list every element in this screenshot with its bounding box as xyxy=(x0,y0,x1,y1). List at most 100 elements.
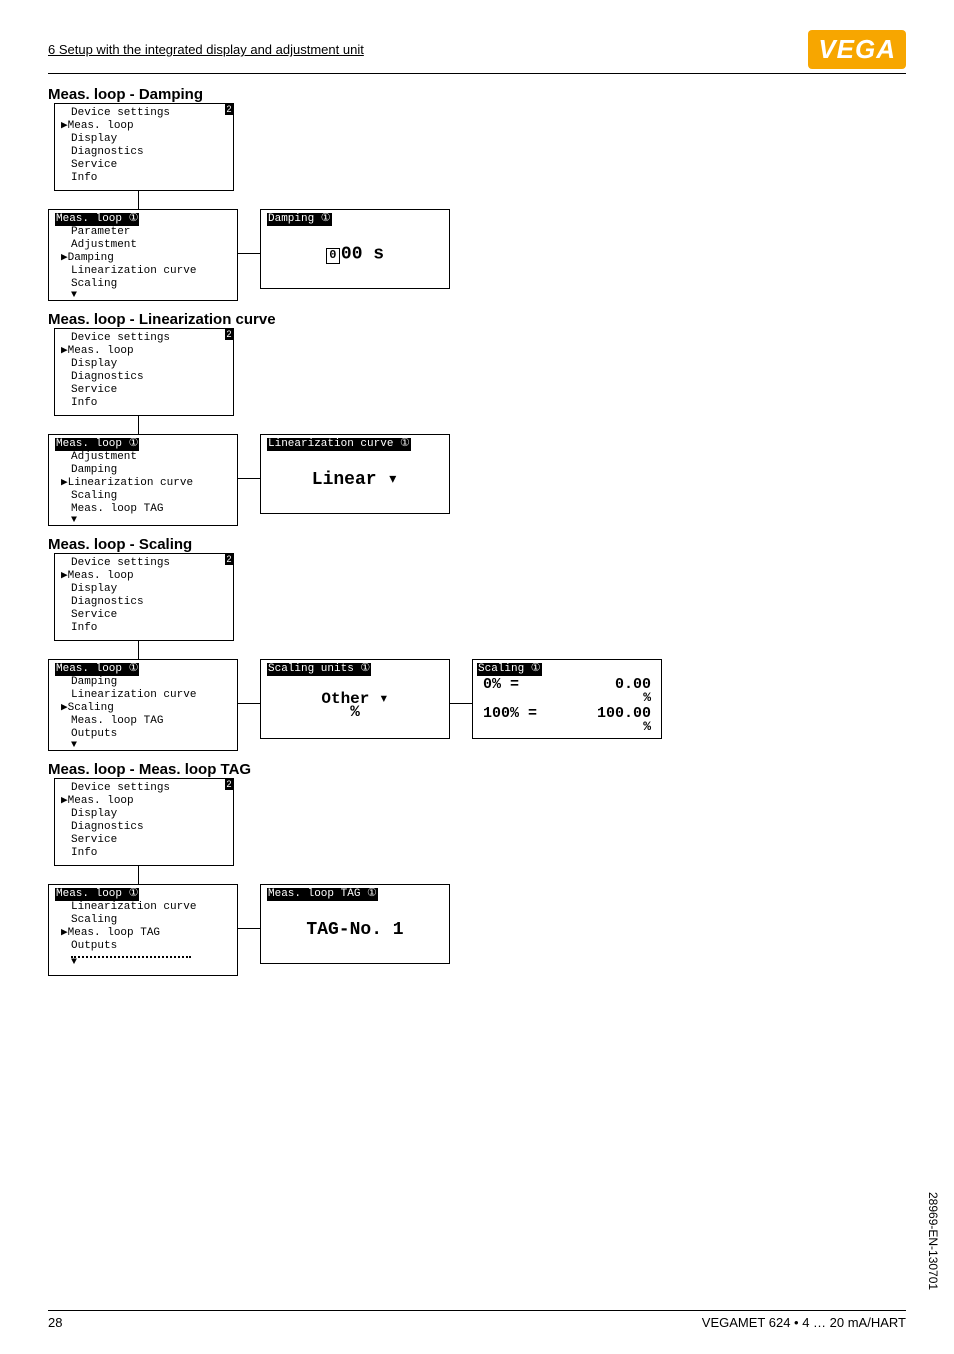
scroll-down-icon: ▼ xyxy=(55,516,231,526)
tag-value: TAG-No. 1 xyxy=(267,901,443,960)
menu-item: Display xyxy=(61,808,227,821)
menu-item: Linearization curve xyxy=(55,689,231,702)
menu-item: Device settings xyxy=(61,107,227,120)
diagram-damping: 2 Device settings ▶Meas. loop Display Di… xyxy=(48,103,906,303)
menu-item: ▶Scaling xyxy=(55,702,231,715)
lcd-header: Meas. loop TAG ① xyxy=(267,888,443,901)
menu-item: Diagnostics xyxy=(61,371,227,384)
lcd-submenu: Meas. loop ① Linearization curve Scaling… xyxy=(48,884,238,976)
connector xyxy=(238,928,260,929)
connector xyxy=(138,641,139,659)
menu-item: ▶Linearization curve xyxy=(55,477,231,490)
page-number: 28 xyxy=(48,1315,62,1330)
row2-unit: % xyxy=(477,720,657,733)
lcd-header: Scaling ① xyxy=(477,663,657,676)
scroll-down-icon: ▼ xyxy=(55,958,231,968)
menu-item: Diagnostics xyxy=(61,821,227,834)
lcd-header: Damping ① xyxy=(267,213,443,226)
lcd-header: Meas. loop ① xyxy=(55,663,231,676)
diagram-scaling: 2 Device settings ▶Meas. loop Display Di… xyxy=(48,553,906,753)
lcd-header: Meas. loop ① xyxy=(55,213,231,226)
menu-item: Outputs xyxy=(55,728,231,741)
page-footer: 28 VEGAMET 624 • 4 … 20 mA/HART xyxy=(48,1310,906,1330)
menu-item: Diagnostics xyxy=(61,596,227,609)
lcd-header: Linearization curve ① xyxy=(267,438,443,451)
lcd-top-menu: 2 Device settings ▶Meas. loop Display Di… xyxy=(54,103,234,191)
badge-2: 2 xyxy=(225,329,233,340)
lcd-submenu: Meas. loop ① Adjustment Damping ▶Lineari… xyxy=(48,434,238,526)
section-path: 6 Setup with the integrated display and … xyxy=(48,42,364,57)
menu-item: Info xyxy=(61,847,227,860)
menu-item: ▶Meas. loop xyxy=(61,570,227,583)
menu-item: Device settings xyxy=(61,782,227,795)
connector xyxy=(238,478,260,479)
scaling-units-symbol: % xyxy=(350,706,360,719)
diagram-tag: 2 Device settings ▶Meas. loop Display Di… xyxy=(48,778,906,978)
menu-item: Linearization curve xyxy=(55,901,231,914)
menu-item: Linearization curve xyxy=(55,265,231,278)
badge-2: 2 xyxy=(225,779,233,790)
lcd-header: Meas. loop ① xyxy=(55,888,231,901)
menu-item: Service xyxy=(61,159,227,172)
menu-item: Info xyxy=(61,622,227,635)
lcd-top-menu: 2 Device settings ▶Meas. loop Display Di… xyxy=(54,778,234,866)
menu-item: Service xyxy=(61,834,227,847)
damping-value: 000 s xyxy=(267,226,443,285)
section-title-damping: Meas. loop - Damping xyxy=(48,86,906,103)
menu-item: Service xyxy=(61,609,227,622)
connector xyxy=(138,416,139,434)
scroll-down-icon: ▼ xyxy=(55,291,231,301)
menu-item: Adjustment xyxy=(55,239,231,252)
menu-item: Device settings xyxy=(61,332,227,345)
lcd-value: Linearization curve ① Linear ▾ xyxy=(260,434,450,514)
section-title-lin: Meas. loop - Linearization curve xyxy=(48,311,906,328)
vega-logo: VEGA xyxy=(808,30,906,69)
menu-item: Damping xyxy=(55,464,231,477)
lcd-top-menu: 2 Device settings ▶Meas. loop Display Di… xyxy=(54,328,234,416)
document-code: 28969-EN-130701 xyxy=(926,1192,940,1290)
menu-item: Info xyxy=(61,172,227,185)
badge-2: 2 xyxy=(225,554,233,565)
lcd-scaling-values: Scaling ① 0% =0.00 % 100% =100.00 % xyxy=(472,659,662,739)
lcd-scaling-units: Scaling units ① Other ▾ % xyxy=(260,659,450,739)
lcd-value: Meas. loop TAG ① TAG-No. 1 xyxy=(260,884,450,964)
menu-item: Device settings xyxy=(61,557,227,570)
menu-item: Diagnostics xyxy=(61,146,227,159)
menu-item: Adjustment xyxy=(55,451,231,464)
menu-item: Display xyxy=(61,583,227,596)
product-name: VEGAMET 624 • 4 … 20 mA/HART xyxy=(702,1315,906,1330)
menu-item: Meas. loop TAG xyxy=(55,503,231,516)
lin-value: Linear ▾ xyxy=(267,451,443,510)
lcd-submenu: Meas. loop ① Parameter Adjustment ▶Dampi… xyxy=(48,209,238,301)
menu-item: ▶Meas. loop xyxy=(61,120,227,133)
lcd-top-menu: 2 Device settings ▶Meas. loop Display Di… xyxy=(54,553,234,641)
menu-item: Display xyxy=(61,358,227,371)
diagram-lin: 2 Device settings ▶Meas. loop Display Di… xyxy=(48,328,906,528)
connector xyxy=(138,866,139,884)
section-title-scaling: Meas. loop - Scaling xyxy=(48,536,906,553)
row2-label: 100% = xyxy=(483,707,537,720)
menu-item: Meas. loop TAG xyxy=(55,715,231,728)
menu-item: Outputs xyxy=(55,940,231,953)
lcd-submenu: Meas. loop ① Damping Linearization curve… xyxy=(48,659,238,751)
menu-item: Scaling xyxy=(55,490,231,503)
lcd-value: Damping ① 000 s xyxy=(260,209,450,289)
menu-item: Scaling xyxy=(55,914,231,927)
scroll-down-icon: ▼ xyxy=(55,741,231,751)
connector xyxy=(238,253,260,254)
menu-item: Info xyxy=(61,397,227,410)
menu-item: Parameter xyxy=(55,226,231,239)
connector xyxy=(238,703,260,704)
section-title-tag: Meas. loop - Meas. loop TAG xyxy=(48,761,906,778)
menu-item: Damping xyxy=(55,676,231,689)
connector xyxy=(450,703,472,704)
menu-item: ▶Meas. loop xyxy=(61,345,227,358)
badge-2: 2 xyxy=(225,104,233,115)
row1-value: 0.00 xyxy=(581,678,651,691)
menu-item: Display xyxy=(61,133,227,146)
menu-item: ▶Damping xyxy=(55,252,231,265)
page-header: 6 Setup with the integrated display and … xyxy=(48,30,906,74)
lcd-header: Scaling units ① xyxy=(267,663,443,676)
lcd-header: Meas. loop ① xyxy=(55,438,231,451)
menu-item: Scaling xyxy=(55,278,231,291)
